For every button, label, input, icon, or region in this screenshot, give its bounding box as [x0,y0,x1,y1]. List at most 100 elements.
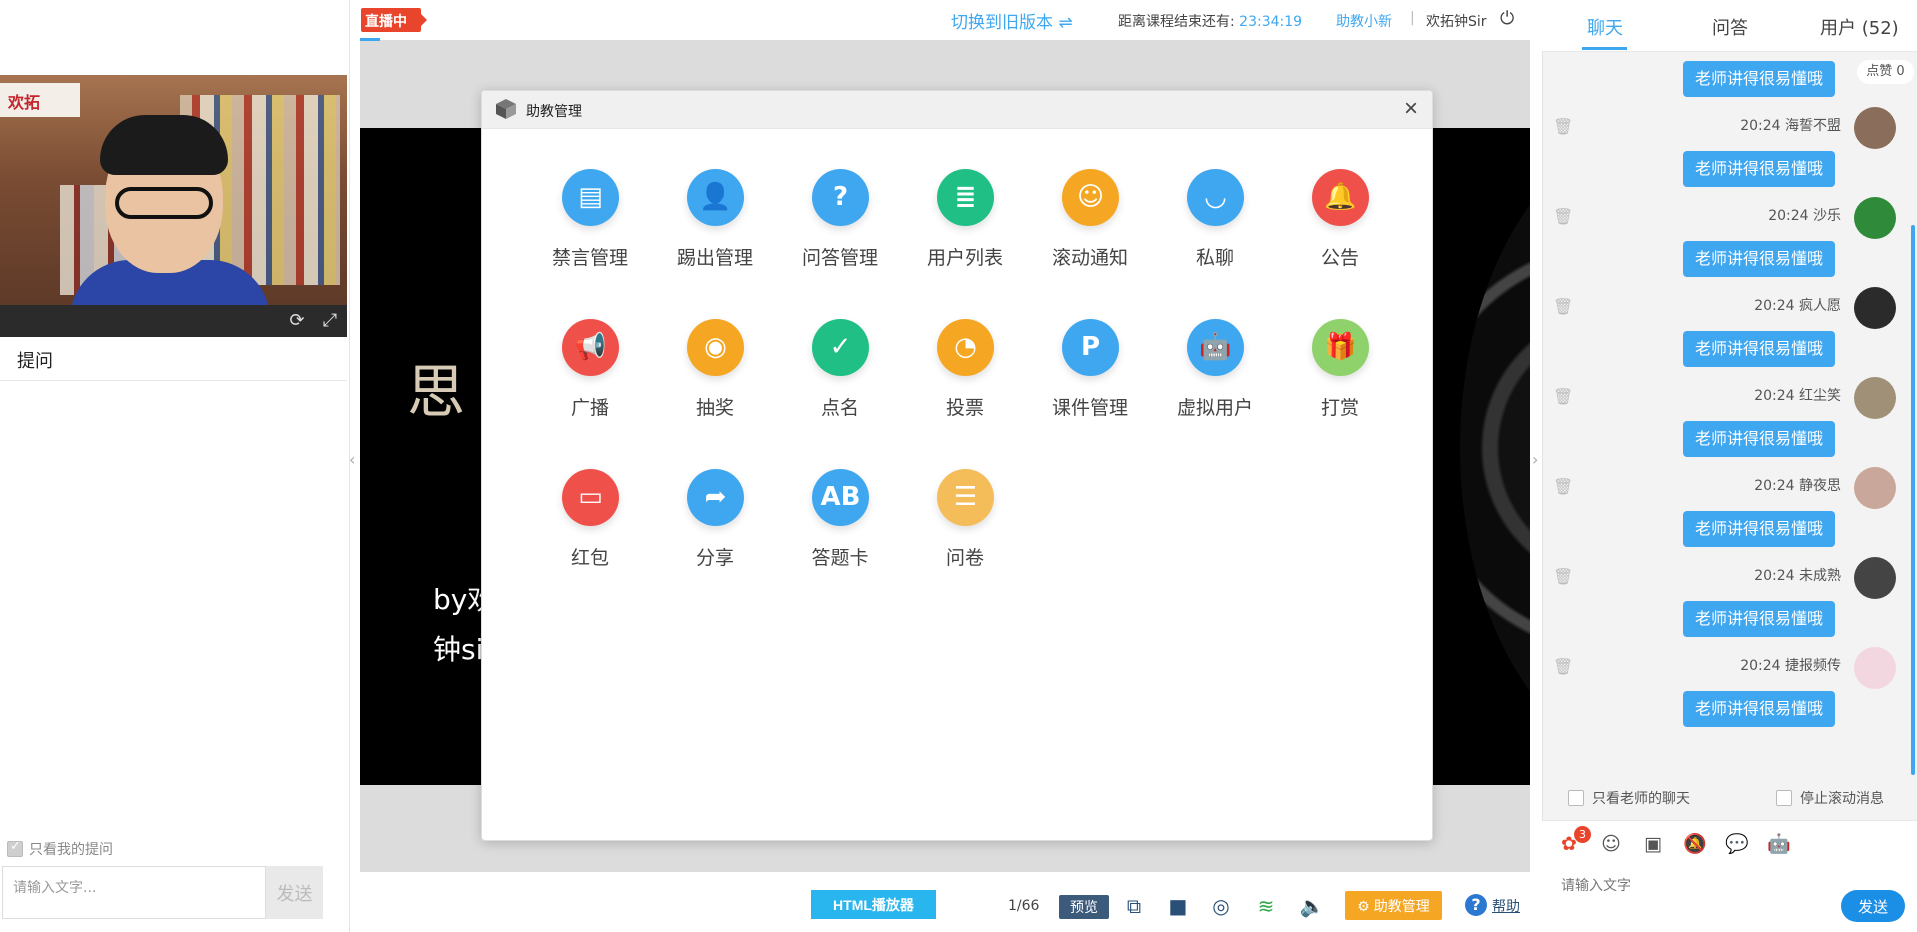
tool-user-list[interactable]: ≣ 用户列表 [910,169,1020,279]
tool-private-chat[interactable]: ◡ 私聊 [1160,169,1270,279]
tool-announcement[interactable]: 🔔 公告 [1285,169,1395,279]
tool-label: 抽奖 [695,397,734,419]
tool-qa-manage[interactable]: ? 问答管理 [785,169,895,279]
answer-card-icon-glyph: AB [820,482,861,512]
avatar[interactable] [1854,197,1896,239]
user-list-icon: ≣ [937,169,994,226]
delete-message-icon[interactable]: 🗑 [1553,387,1573,407]
message-time-user: 20:24 静夜思 [1754,478,1841,494]
delete-message-icon[interactable]: 🗑 [1553,207,1573,227]
message-time-user: 20:24 未成熟 [1754,568,1841,584]
mute-bell-icon[interactable]: 🔕 [1683,832,1707,856]
countdown-label: 距离课程结束还有: [1118,14,1235,30]
assistant-name[interactable]: 助教小新 [1336,11,1392,31]
tool-answer-card[interactable]: AB 答题卡 [785,469,895,579]
tool-label: 打赏 [1320,397,1359,419]
teacher-only-checkbox[interactable] [1568,790,1584,806]
avatar[interactable] [1854,377,1896,419]
question-input[interactable]: 请输入文字... [2,866,266,919]
tool-kick-manage[interactable]: 👤 踢出管理 [660,169,770,279]
help-icon[interactable]: ? [1465,894,1487,916]
tool-label: 禁言管理 [551,247,628,269]
tool-lottery[interactable]: ◉ 抽奖 [660,319,770,429]
tool-vote[interactable]: ◔ 投票 [910,319,1020,429]
avatar[interactable] [1854,557,1896,599]
chat-bubbles-icon[interactable]: 💬 [1725,832,1749,856]
collapse-right-arrow-icon[interactable]: › [1532,450,1542,480]
like-counter[interactable]: 点赞 0 [1857,60,1914,84]
ask-tab[interactable]: 提问 [0,337,347,381]
dialog-close-button[interactable]: × [1400,96,1422,122]
tab-users[interactable]: 用户 (52) [1820,14,1899,40]
teacher-only-option[interactable]: 只看老师的聊天 [1568,788,1690,808]
courseware-manage-icon: P [1062,319,1119,376]
tool-red-packet[interactable]: ▭ 红包 [535,469,645,579]
refresh-icon[interactable]: ⟳ [287,311,307,331]
question-send-button[interactable]: 发送 [266,866,323,919]
delete-message-icon[interactable]: 🗑 [1553,567,1573,587]
delete-message-icon[interactable]: 🗑 [1553,117,1573,137]
tab-qa[interactable]: 问答 [1712,14,1748,40]
chat-send-button[interactable]: 发送 [1841,890,1905,922]
tool-label: 答题卡 [811,547,869,569]
user-list-icon-glyph: ≣ [954,182,977,212]
only-my-questions-checkbox[interactable] [7,839,23,857]
cube-icon [496,99,516,119]
lottery-icon-glyph: ◉ [704,332,727,362]
volume-icon[interactable]: 🔈 [1298,892,1326,920]
power-icon[interactable]: ⏻ [1500,8,1520,29]
stop-scroll-checkbox[interactable] [1776,790,1792,806]
tab-chat[interactable]: 聊天 [1587,14,1623,40]
red-packet-icon-glyph: ▭ [578,482,603,512]
delete-message-icon[interactable]: 🗑 [1553,477,1573,497]
tool-label: 私聊 [1195,247,1234,269]
fullscreen-icon[interactable]: ⤢ [320,311,340,331]
switch-old-version-link[interactable]: 切换到旧版本 ⇌ [951,8,1073,33]
avatar[interactable] [1854,467,1896,509]
vote-icon-glyph: ◔ [954,332,977,362]
delete-message-icon[interactable]: 🗑 [1553,657,1573,677]
tool-virtual-user[interactable]: 🤖 虚拟用户 [1160,319,1270,429]
live-status-badge: 直播中 [361,8,427,32]
tool-broadcast[interactable]: 📢 广播 [535,319,645,429]
chat-scrollbar[interactable] [1911,225,1915,775]
answer-card-icon: AB [812,469,869,526]
mute-manage-icon-glyph: ▤ [578,182,603,212]
message-time-user: 20:24 沙乐 [1768,208,1841,224]
tool-questionnaire[interactable]: ☰ 问卷 [910,469,1020,579]
chat-input[interactable]: 请输入文字 [1561,875,1631,895]
avatar[interactable] [1854,647,1896,689]
assistant-management-button[interactable]: ⚙ 助教管理 [1345,891,1442,920]
broadcast-signal-icon[interactable]: ◎ [1207,892,1235,920]
tool-label: 用户列表 [926,247,1003,269]
scroll-notice-icon: ☺ [1062,169,1119,226]
slide-name-line: 钟si [433,633,484,666]
tool-courseware-manage[interactable]: P 课件管理 [1035,319,1145,429]
camera-icon[interactable]: ■ [1164,892,1192,920]
kick-manage-icon-glyph: 👤 [699,182,732,212]
html-player-button[interactable]: HTML播放器 [811,890,936,919]
image-icon[interactable]: ▣ [1641,832,1665,856]
tool-scroll-notice[interactable]: ☺ 滚动通知 [1035,169,1145,279]
only-my-questions-option[interactable]: 只看我的提问 [7,839,113,859]
red-packet-icon: ▭ [562,469,619,526]
robot-icon[interactable]: 🤖 [1767,832,1791,856]
screen-share-icon[interactable]: ⧉ [1120,892,1148,920]
share-icon-glyph: ➦ [704,482,727,512]
collapse-left-arrow-icon[interactable]: ‹ [349,450,359,480]
help-link[interactable]: 帮助 [1492,896,1520,916]
avatar[interactable] [1854,107,1896,149]
tool-roll-call[interactable]: ✓ 点名 [785,319,895,429]
private-chat-icon-glyph: ◡ [1205,182,1226,212]
page-indicator: 1/66 [1008,898,1040,914]
reward-icon-glyph: 🎁 [1324,332,1357,362]
delete-message-icon[interactable]: 🗑 [1553,297,1573,317]
tool-mute-manage[interactable]: ▤ 禁言管理 [535,169,645,279]
preview-button[interactable]: 预览 [1059,895,1109,919]
tool-reward[interactable]: 🎁 打赏 [1285,319,1395,429]
avatar[interactable] [1854,287,1896,329]
stop-scroll-option[interactable]: 停止滚动消息 [1776,788,1884,808]
wifi-icon[interactable]: ≋ [1252,892,1280,920]
tool-share[interactable]: ➦ 分享 [660,469,770,579]
emoji-icon[interactable]: ☺ [1599,832,1623,856]
